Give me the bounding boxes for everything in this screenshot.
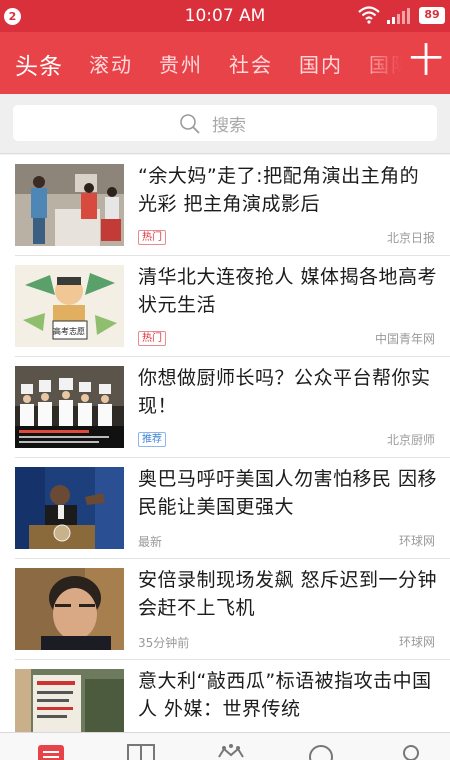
search-input[interactable]: 搜索 [13,105,437,141]
nav-read[interactable] [94,733,184,760]
signal-icon [387,8,410,24]
news-headline[interactable]: 你想做厨师长吗？公众平台帮你实现！ [138,364,438,420]
channel-tab-bar: 头条 滚动 贵州 社会 国内 国际 十 [0,32,450,94]
book-icon [127,744,155,760]
news-source: 北京日报 [386,231,435,245]
tab-headlines[interactable]: 头条 [15,47,63,81]
hot-tag: 热门 [138,230,166,245]
nav-vip[interactable] [184,733,274,760]
nav-news[interactable] [4,733,94,760]
recommend-tag: 推荐 [138,432,166,447]
news-feed[interactable]: “余大妈”走了:把配角演出主角的光彩 把主角演成影后 热门 北京日报 高考志愿 … [0,155,450,732]
nav-profile[interactable] [364,733,450,760]
thumbnail-caption: 高考志愿 [53,327,85,336]
news-headline[interactable]: 清华北大连夜抢人 媒体揭各地高考状元生活 [138,263,438,319]
hot-tag: 热门 [138,331,166,346]
wifi-icon [358,6,380,24]
news-headline[interactable]: 意大利“敲西瓜”标语被指攻击中国人 外媒：世界传统 [138,667,438,723]
tab-scroll[interactable]: 滚动 [89,49,133,78]
news-item[interactable]: “余大妈”走了:把配角演出主角的光彩 把主角演成影后 热门 北京日报 [0,155,450,256]
tab-society[interactable]: 社会 [229,49,273,78]
user-icon [403,745,419,760]
tab-fade [352,32,402,94]
news-thumbnail-cartoon: 高考志愿 [15,265,124,347]
tab-domestic[interactable]: 国内 [299,49,343,78]
status-bar: 2 10:07 AM 89 [0,0,450,32]
battery-level: 89 [424,8,440,21]
news-item[interactable]: 奥巴马呼吁美国人勿害怕移民 因移民能让美国更强大 最新 环球网 [0,458,450,559]
bottom-navigation [0,732,450,760]
news-thumbnail-portrait-photo [15,568,124,650]
news-item[interactable]: 高考志愿 清华北大连夜抢人 媒体揭各地高考状元生活 热门 中国青年网 [0,256,450,357]
news-time: 35分钟前 [138,636,190,650]
add-channel-button[interactable]: 十 [402,32,450,94]
news-headline[interactable]: 安倍录制现场发飙 怒斥迟到一分钟会赶不上飞机 [138,566,438,622]
discover-icon [309,745,333,760]
nav-discover[interactable] [274,733,364,760]
news-item[interactable]: 你想做厨师长吗？公众平台帮你实现！ 推荐 北京厨师 [0,357,450,458]
news-thumbnail-people-photo [15,164,124,246]
news-headline[interactable]: “余大妈”走了:把配角演出主角的光彩 把主角演成影后 [138,162,438,218]
news-thumbnail-speaker-photo [15,467,124,549]
news-source: 环球网 [398,534,435,548]
search-icon [180,114,200,134]
status-clock: 10:07 AM [184,6,266,26]
news-thumbnail-signboard-photo [15,669,124,732]
news-source: 北京厨师 [386,433,435,447]
news-thumbnail-chefs-photo [15,366,124,448]
search-placeholder: 搜索 [212,116,246,136]
news-source: 环球网 [398,635,435,649]
news-item[interactable]: 安倍录制现场发飙 怒斥迟到一分钟会赶不上飞机 35分钟前 环球网 [0,559,450,660]
news-time: 最新 [138,535,163,549]
news-headline[interactable]: 奥巴马呼吁美国人勿害怕移民 因移民能让美国更强大 [138,465,438,521]
tab-guizhou[interactable]: 贵州 [159,49,203,78]
news-icon [38,745,64,760]
search-area: 搜索 [0,94,450,154]
news-source: 中国青年网 [374,332,435,346]
crown-icon [218,744,244,758]
battery-icon: 89 [419,7,445,24]
news-item[interactable]: 意大利“敲西瓜”标语被指攻击中国人 外媒：世界传统 [0,660,450,732]
